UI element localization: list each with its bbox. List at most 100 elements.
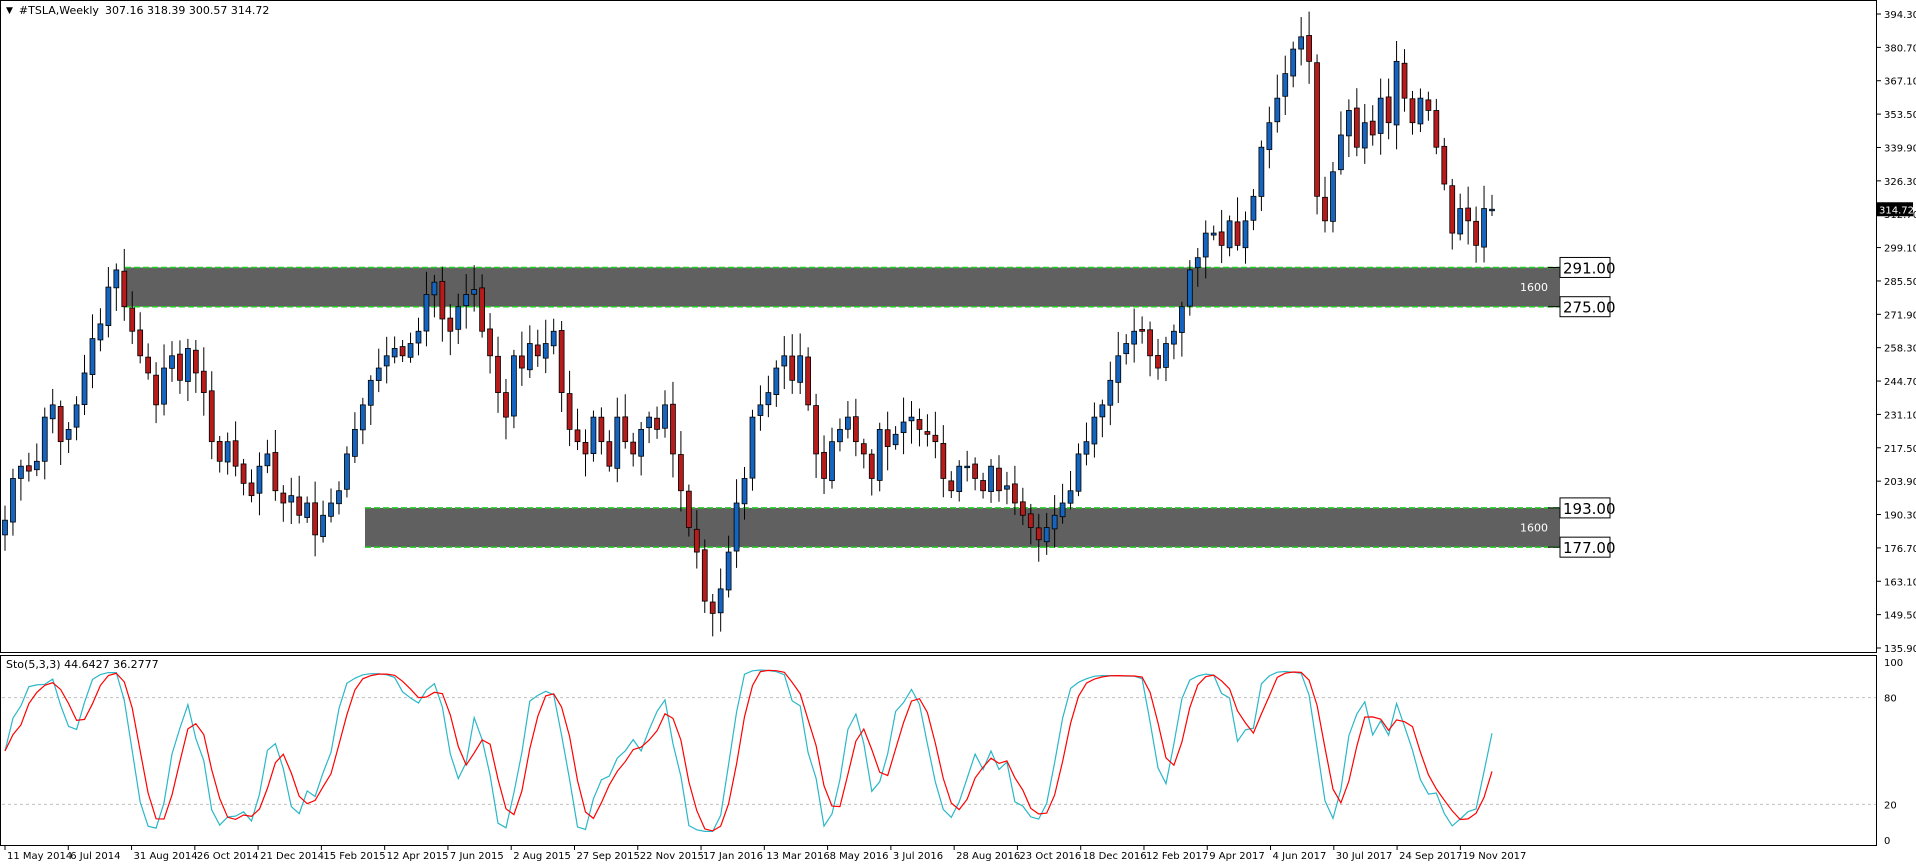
price-chart: 1600 291.00 275.00 1600 193.00 177.00 394.30 3… [0, 0, 1916, 862]
x-tick-label: 13 Mar 2016 [766, 851, 829, 862]
candle-body [1242, 220, 1249, 249]
candle-body [1226, 220, 1233, 249]
candle-body [169, 355, 175, 369]
candle-body [1218, 231, 1225, 246]
candle-body [1027, 513, 1034, 528]
y-tick-label: 203.90 [1884, 477, 1916, 488]
candle-body [439, 280, 446, 320]
stoch-level-label: 100 [1884, 658, 1903, 669]
candle-body [503, 392, 509, 418]
x-tick-label: 9 Apr 2017 [1209, 851, 1264, 862]
candle-body [1012, 483, 1018, 504]
candle-body [328, 502, 334, 517]
candle-body [240, 463, 247, 484]
stoch-level-label: 80 [1884, 694, 1897, 705]
candle-body [582, 442, 589, 455]
candle-body [876, 428, 883, 481]
zone-bottom-price-label: 177.00 [1563, 539, 1616, 557]
candle-body [121, 270, 128, 308]
zone-bottom-price-label: 275.00 [1563, 299, 1616, 317]
candle-body [1234, 221, 1241, 246]
y-tick-label: 394.30 [1884, 10, 1916, 21]
candle-body [1481, 208, 1487, 248]
y-tick-label: 380.70 [1884, 43, 1916, 54]
y-tick-label: 271.90 [1884, 310, 1916, 321]
x-tick-label: 17 Jan 2016 [703, 851, 763, 862]
candle-body [622, 416, 629, 443]
candle-body [813, 405, 819, 455]
candle-body [344, 453, 350, 490]
candle-body [1131, 330, 1138, 345]
candle-body [383, 355, 390, 367]
candle-body [264, 453, 271, 467]
candle-body [153, 374, 159, 406]
candle-body [781, 355, 788, 367]
candle-body [1043, 527, 1050, 543]
candle-body [1441, 145, 1448, 185]
stoch-level-label: 20 [1884, 800, 1897, 811]
candle-body [757, 404, 764, 416]
candle-body [431, 281, 438, 296]
x-tick-label: 12 Feb 2017 [1146, 851, 1208, 862]
y-tick-label: 353.50 [1884, 110, 1916, 121]
candle-body [2, 519, 8, 536]
chart-title-bar: ▼ #TSLA,Weekly 307.16 318.39 300.57 314.… [6, 4, 269, 17]
candle-body [288, 495, 295, 503]
x-tick-label: 27 Sep 2015 [576, 851, 639, 862]
candle-body [367, 379, 374, 406]
candle-body [709, 601, 716, 614]
candle-body [25, 465, 32, 472]
candle-body [558, 330, 565, 393]
candle-body [797, 355, 804, 383]
candle-body [1051, 514, 1058, 530]
x-tick-label: 30 Jul 2017 [1336, 851, 1393, 862]
candle-body [693, 528, 700, 553]
candle-body [18, 465, 24, 479]
candle-body [423, 294, 430, 332]
candle-body [1353, 107, 1360, 148]
y-axis: 394.30380.70367.10353.50339.90326.30312.… [1876, 10, 1916, 655]
candle-body [590, 416, 597, 454]
candle-body [884, 429, 891, 447]
candle-body [1107, 379, 1114, 406]
candle-body [105, 286, 112, 326]
x-tick-label: 6 Jul 2014 [70, 851, 120, 862]
y-tick-label: 217.50 [1884, 444, 1916, 455]
candle-body [65, 428, 72, 440]
candle-body [1306, 35, 1312, 62]
candle-body [312, 502, 318, 536]
zone-inner-label: 1600 [1520, 281, 1548, 294]
candle-body [1473, 220, 1479, 246]
candle-body [1425, 99, 1432, 111]
candle-body [1417, 97, 1424, 125]
y-tick-label: 299.10 [1884, 244, 1916, 255]
x-tick-label: 3 Jul 2016 [893, 851, 943, 862]
candle-body [630, 441, 637, 455]
candle-body [829, 441, 835, 482]
candle-body [1346, 110, 1352, 137]
candle-body [391, 348, 398, 358]
candle-body [526, 343, 533, 371]
symbol-menu-icon[interactable]: ▼ [6, 6, 13, 16]
candle-body [495, 355, 501, 393]
candle-body [980, 480, 986, 492]
candle-body [725, 551, 732, 591]
x-tick-label: 21 Dec 2014 [260, 851, 324, 862]
y-tick-label: 231.10 [1884, 410, 1916, 421]
candle-body [216, 440, 223, 462]
candle-body [463, 294, 470, 307]
candle-body [177, 353, 183, 381]
candle-body [1258, 146, 1265, 197]
candle-body [296, 496, 303, 516]
candle-body [352, 428, 358, 457]
x-tick-label: 24 Sep 2017 [1399, 851, 1462, 862]
candle-body [256, 465, 263, 494]
indicator-plot-frame [0, 655, 1877, 846]
candle-body [534, 344, 541, 357]
candle-body [1338, 134, 1344, 171]
x-tick-label: 31 Aug 2014 [134, 851, 198, 862]
candle-body [304, 502, 311, 518]
candle-body [1075, 453, 1082, 492]
candle-body [1457, 208, 1464, 235]
zone-top-price-label: 193.00 [1563, 500, 1616, 518]
